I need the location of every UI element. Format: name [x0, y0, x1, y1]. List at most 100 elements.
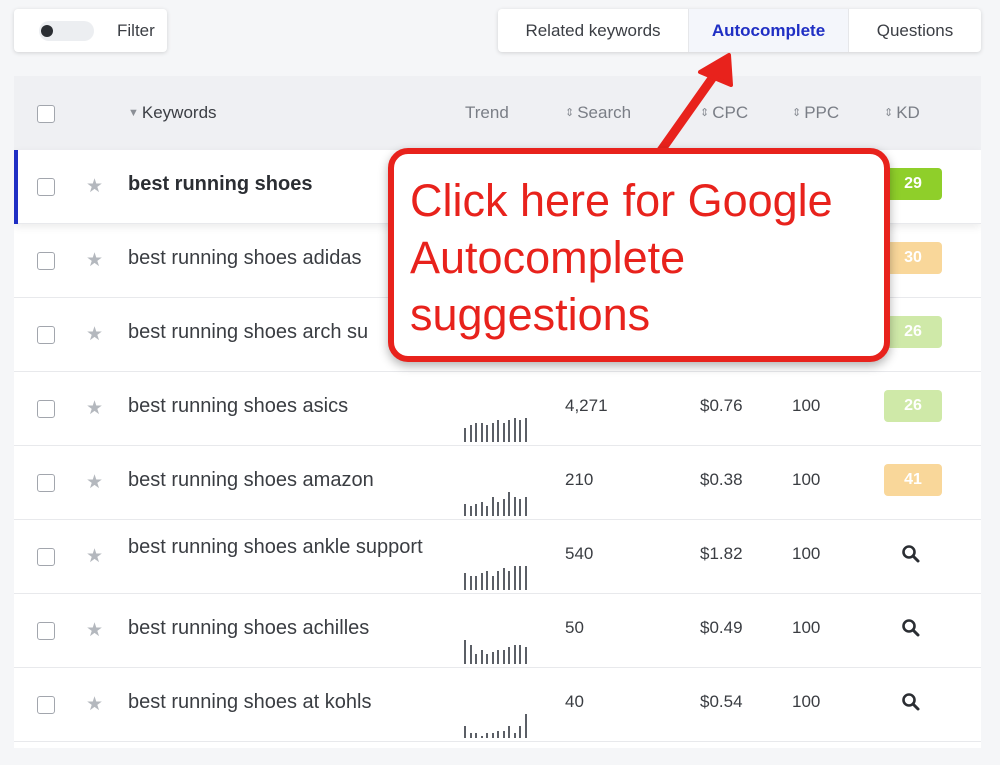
table-header: ▼ Keywords Trend ⇕ Search ⇕ CPC ⇕ PPC ⇕ KD	[14, 76, 981, 150]
row-checkbox[interactable]	[37, 696, 55, 714]
header-cpc-label: CPC	[712, 103, 749, 122]
trend-bar	[519, 566, 521, 590]
search-icon[interactable]	[901, 692, 921, 712]
keyword-text[interactable]: best running shoes asics	[128, 396, 448, 416]
trend-bar	[464, 573, 466, 590]
trend-bar	[480, 573, 483, 590]
callout-line-2: Autocomplete	[410, 232, 686, 283]
filter-control[interactable]: Filter	[14, 9, 167, 52]
search-icon[interactable]	[901, 544, 921, 564]
star-icon[interactable]: ★	[86, 545, 103, 568]
trend-sparkline	[464, 566, 528, 590]
tab-bar: Related keywords Autocomplete Questions	[498, 9, 981, 52]
header-cpc[interactable]: ⇕ CPC	[700, 103, 748, 123]
table-row[interactable]: ★ best running shoes amazon 210 $0.38 100 41	[14, 446, 981, 520]
keyword-text[interactable]: best running shoes amazon	[128, 470, 448, 490]
star-icon[interactable]: ★	[86, 471, 103, 494]
header-ppc[interactable]: ⇕ PPC	[792, 103, 839, 123]
row-checkbox[interactable]	[37, 252, 55, 270]
header-ppc-label: PPC	[804, 103, 840, 122]
trend-bar	[513, 566, 516, 590]
sort-icon: ⇕	[792, 107, 802, 119]
star-icon[interactable]: ★	[86, 619, 103, 642]
trend-bar	[497, 571, 499, 590]
trend-sparkline	[464, 418, 528, 442]
cpc-value: $0.38	[700, 470, 743, 489]
row-checkbox[interactable]	[37, 400, 55, 418]
tab-related-keywords[interactable]: Related keywords	[498, 9, 689, 52]
search-icon[interactable]	[901, 618, 921, 638]
trend-bar	[508, 726, 510, 738]
trend-bar	[502, 568, 505, 590]
trend-bar	[480, 423, 483, 442]
keyword-text[interactable]: best running shoes achilles	[128, 618, 448, 638]
table-row[interactable]: ★ best running shoes ankle support 540 $1.8…	[14, 520, 981, 594]
keyword-text[interactable]: best running shoes ankle support	[128, 537, 448, 557]
trend-bar	[475, 733, 477, 738]
trend-sparkline	[464, 714, 528, 738]
star-icon[interactable]: ★	[86, 693, 103, 716]
cpc-value: $0.76	[700, 396, 743, 415]
trend-bar	[486, 654, 488, 664]
trend-bar	[519, 726, 521, 738]
header-search[interactable]: ⇕ Search	[565, 103, 631, 123]
trend-bar	[469, 576, 472, 590]
star-icon[interactable]: ★	[86, 175, 103, 198]
header-keywords[interactable]: ▼ Keywords	[128, 103, 217, 123]
tab-questions[interactable]: Questions	[849, 9, 981, 52]
kd-badge: 30	[884, 242, 942, 274]
header-kd[interactable]: ⇕ KD	[884, 103, 920, 123]
row-checkbox[interactable]	[37, 622, 55, 640]
tab-autocomplete[interactable]: Autocomplete	[689, 9, 849, 52]
header-kd-label: KD	[896, 103, 920, 122]
row-checkbox[interactable]	[37, 326, 55, 344]
trend-bar	[486, 733, 488, 738]
trend-bar	[502, 499, 505, 516]
trend-bar	[469, 506, 472, 516]
star-icon[interactable]: ★	[86, 249, 103, 272]
table-row[interactable]: ★ best running shoes achilles 50 $0.49 100	[14, 594, 981, 668]
trend-bar	[480, 502, 483, 516]
row-checkbox[interactable]	[37, 548, 55, 566]
trend-bar	[469, 425, 472, 442]
trend-bar	[464, 640, 466, 664]
table-row[interactable]: ★ best running shoes at kohls 40 $0.54 100	[14, 668, 981, 742]
trend-bar	[491, 576, 494, 590]
trend-bar	[513, 733, 516, 738]
select-all-checkbox[interactable]	[37, 105, 55, 123]
toggle-knob	[41, 24, 53, 37]
header-trend: Trend	[465, 103, 509, 122]
trend-bar	[513, 497, 516, 516]
trend-sparkline	[464, 640, 528, 664]
star-icon[interactable]: ★	[86, 323, 103, 346]
callout-line-1: Click here for Google	[410, 175, 833, 226]
trend-bar	[464, 428, 466, 442]
trend-bar	[524, 497, 527, 516]
trend-bar	[491, 423, 494, 442]
trend-bar	[519, 499, 521, 516]
row-checkbox[interactable]	[37, 474, 55, 492]
row-checkbox[interactable]	[37, 178, 55, 196]
trend-bar	[524, 418, 527, 442]
trend-bar	[475, 576, 477, 590]
search-volume: 50	[565, 618, 584, 637]
kd-badge: 29	[884, 168, 942, 200]
trend-bar	[486, 506, 488, 516]
trend-bar	[508, 571, 510, 590]
cpc-value: $0.54	[700, 692, 743, 711]
search-volume: 4,271	[565, 396, 608, 415]
trend-bar	[475, 654, 477, 664]
trend-bar	[497, 420, 499, 442]
keyword-text[interactable]: best running shoes at kohls	[128, 692, 448, 712]
table-row[interactable]: ★ best running shoes asics 4,271 $0.76 100 26	[14, 372, 981, 446]
filter-toggle[interactable]	[39, 20, 94, 41]
star-icon[interactable]: ★	[86, 397, 103, 420]
cpc-value: $0.49	[700, 618, 743, 637]
trend-bar	[513, 418, 516, 442]
trend-bar	[508, 647, 510, 664]
header-search-label: Search	[577, 103, 632, 122]
ppc-value: 100	[792, 544, 821, 563]
sort-icon: ⇕	[700, 107, 710, 119]
trend-bar	[480, 736, 483, 738]
ppc-value: 100	[792, 470, 821, 489]
